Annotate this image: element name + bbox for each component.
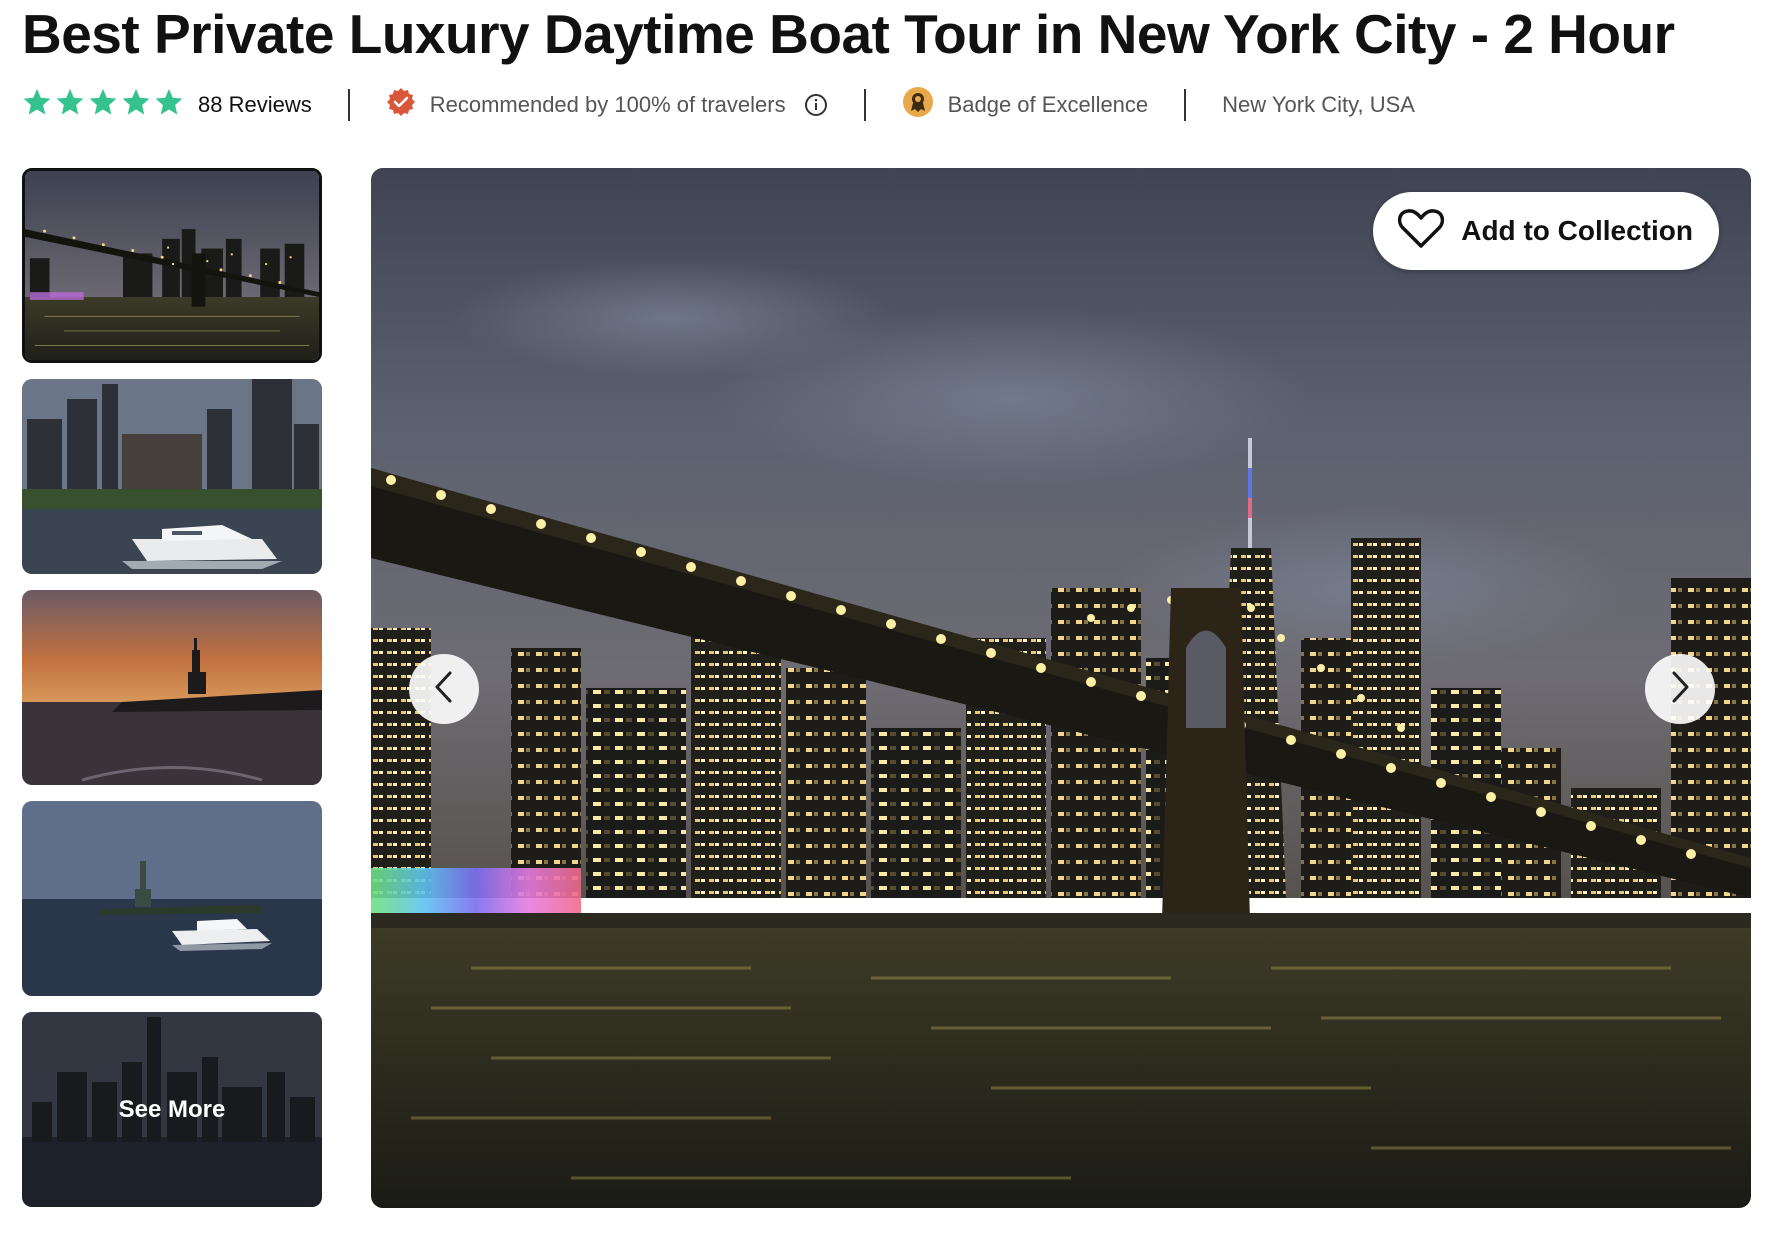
divider: [347, 89, 350, 121]
thumbnail-lower-manhattan-skyline[interactable]: See More: [22, 1012, 322, 1207]
star-icon: [22, 87, 52, 123]
add-to-collection-button[interactable]: Add to Collection: [1373, 192, 1719, 270]
divider: [863, 89, 866, 121]
star-icon: [121, 87, 151, 123]
star-icon: [154, 87, 184, 123]
location-label: New York City, USA: [1222, 92, 1415, 117]
excellence-badge-icon: [902, 86, 934, 124]
add-to-collection-label: Add to Collection: [1461, 215, 1693, 246]
recommended-badge-icon: [386, 87, 416, 123]
tour-meta-bar: 88 Reviews Recommended by 100% of travel…: [22, 86, 1415, 124]
info-icon[interactable]: [804, 93, 828, 117]
recommended-label: Recommended by 100% of travelers: [429, 92, 786, 117]
thumbnail-statue-of-liberty-sunset[interactable]: [22, 590, 322, 785]
thumbnail-boat-manhattan-skyline[interactable]: [22, 379, 322, 574]
star-icon: [88, 87, 118, 123]
badge-of-excellence: Badge of Excellence: [902, 86, 1149, 124]
recommended-info: Recommended by 100% of travelers: [386, 87, 828, 123]
brooklyn-bridge-night-photo: [371, 168, 1751, 1208]
chevron-right-icon: [1668, 670, 1692, 709]
rating-stars: [22, 87, 184, 123]
badge-label: Badge of Excellence: [947, 92, 1149, 117]
heart-icon: [1397, 207, 1445, 256]
star-icon: [55, 87, 85, 123]
reviews-link[interactable]: 88 Reviews: [198, 92, 312, 118]
next-image-button[interactable]: [1645, 654, 1715, 724]
thumbnail-statue-of-liberty-boat[interactable]: [22, 801, 322, 996]
divider: [1184, 89, 1187, 121]
see-more-label[interactable]: See More: [22, 1012, 322, 1207]
main-gallery-image: Add to Collection: [371, 168, 1751, 1208]
chevron-left-icon: [432, 670, 456, 709]
thumbnail-brooklyn-bridge-night[interactable]: [22, 168, 322, 363]
previous-image-button[interactable]: [409, 654, 479, 724]
page-title: Best Private Luxury Daytime Boat Tour in…: [22, 3, 1675, 65]
